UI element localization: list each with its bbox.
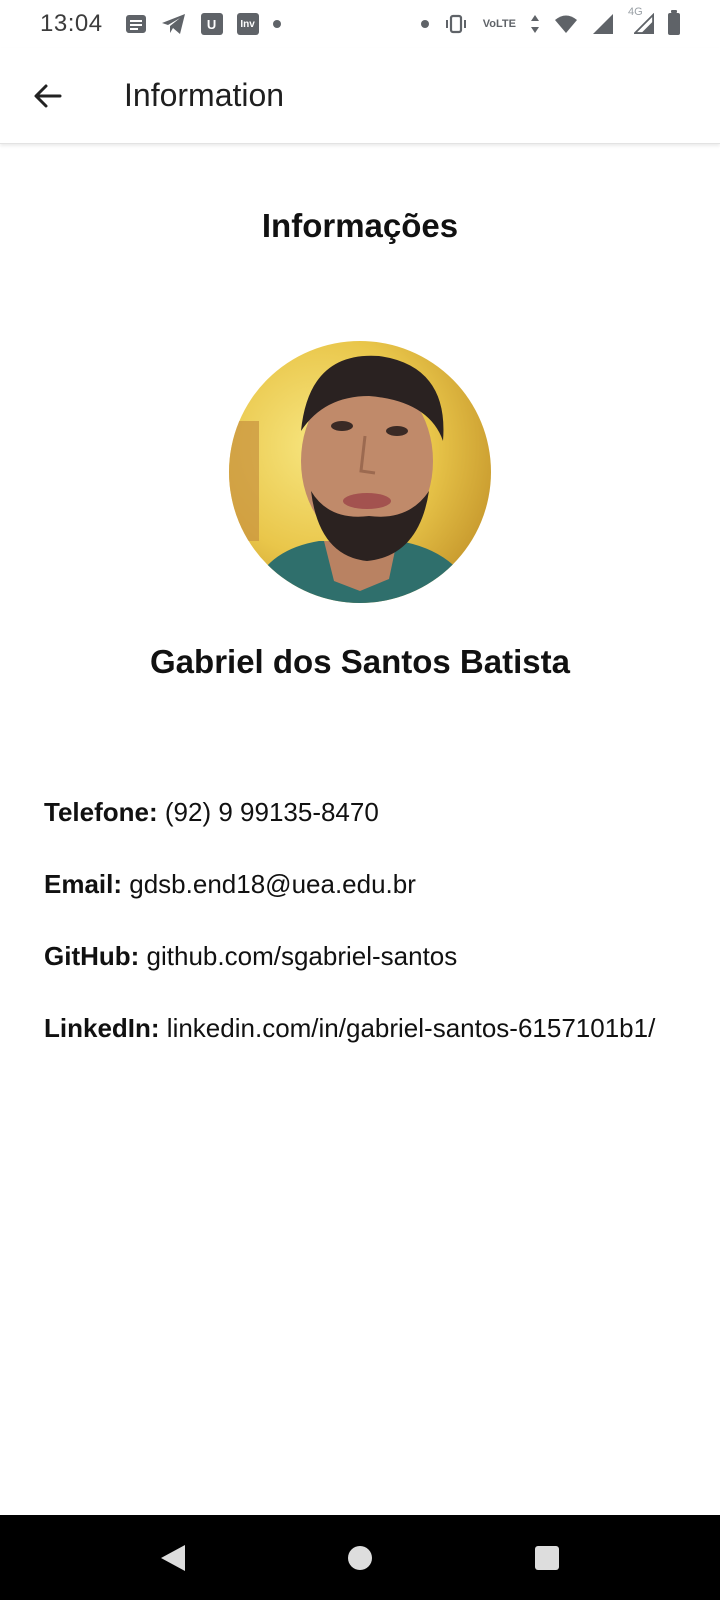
info-label: Telefone: [44, 797, 158, 827]
status-time: 13:04 [40, 10, 103, 37]
recents-square-icon [534, 1545, 559, 1570]
nav-back-button[interactable] [143, 1528, 203, 1588]
volte-icon: Vo LTE [483, 12, 516, 36]
vibrate-icon [443, 12, 469, 36]
info-value: linkedin.com/in/gabriel-santos-6157101b1… [166, 1013, 656, 1043]
back-button[interactable] [20, 68, 76, 124]
app-bar: Information [0, 48, 720, 144]
info-label: GitHub: [44, 941, 140, 971]
nav-recents-button[interactable] [517, 1528, 577, 1588]
more-dot-icon [272, 12, 281, 36]
telegram-icon [161, 12, 187, 36]
wifi-icon [554, 12, 578, 36]
volte-top: Vo [482, 17, 497, 30]
system-nav-bar [0, 1515, 720, 1600]
info-row-linkedin: LinkedIn: linkedin.com/in/gabriel-santos… [44, 1013, 655, 1044]
u-app-label: U [200, 13, 223, 35]
status-right: Vo LTE 4G [420, 6, 680, 36]
notes-icon [125, 12, 147, 36]
info-label: LinkedIn: [44, 1013, 160, 1043]
data-arrows-icon [530, 12, 540, 36]
arrow-back-icon [34, 84, 62, 107]
signal-icon [592, 12, 614, 36]
nav-home-button[interactable] [330, 1528, 390, 1588]
inv-app-label: Inv [236, 13, 259, 35]
signal-4g-icon: 4G [628, 6, 654, 36]
battery-icon [668, 10, 680, 36]
info-row-telefone: Telefone: (92) 9 99135-8470 [44, 797, 379, 828]
person-name: Gabriel dos Santos Batista [150, 643, 570, 680]
info-label: Email: [44, 869, 123, 899]
inv-app-icon: Inv [236, 12, 259, 36]
home-circle-icon [347, 1545, 372, 1570]
status-bar: 13:04 U Inv Vo LTE 4G [0, 0, 720, 48]
status-left: 13:04 U Inv [40, 10, 281, 38]
app-title: Information [124, 77, 285, 113]
info-row-email: Email: gdsb.end18@uea.edu.br [44, 869, 416, 900]
volte-bottom: LTE [496, 17, 516, 30]
avatar [229, 341, 491, 603]
info-value: gdsb.end18@uea.edu.br [129, 869, 416, 899]
info-value: (92) 9 99135-8470 [164, 797, 379, 827]
dot-icon [420, 12, 429, 36]
info-row-github: GitHub: github.com/sgabriel-santos [44, 941, 457, 972]
back-triangle-icon [161, 1544, 186, 1571]
section-title: Informações [261, 207, 459, 244]
screen: 13:04 U Inv Vo LTE 4G Information Inform… [0, 0, 720, 1600]
net-label: 4G [628, 6, 643, 18]
info-value: github.com/sgabriel-santos [146, 941, 458, 971]
u-app-icon: U [200, 12, 223, 36]
main-content: Informações Gabriel dos Santos Batista T… [0, 145, 720, 1515]
